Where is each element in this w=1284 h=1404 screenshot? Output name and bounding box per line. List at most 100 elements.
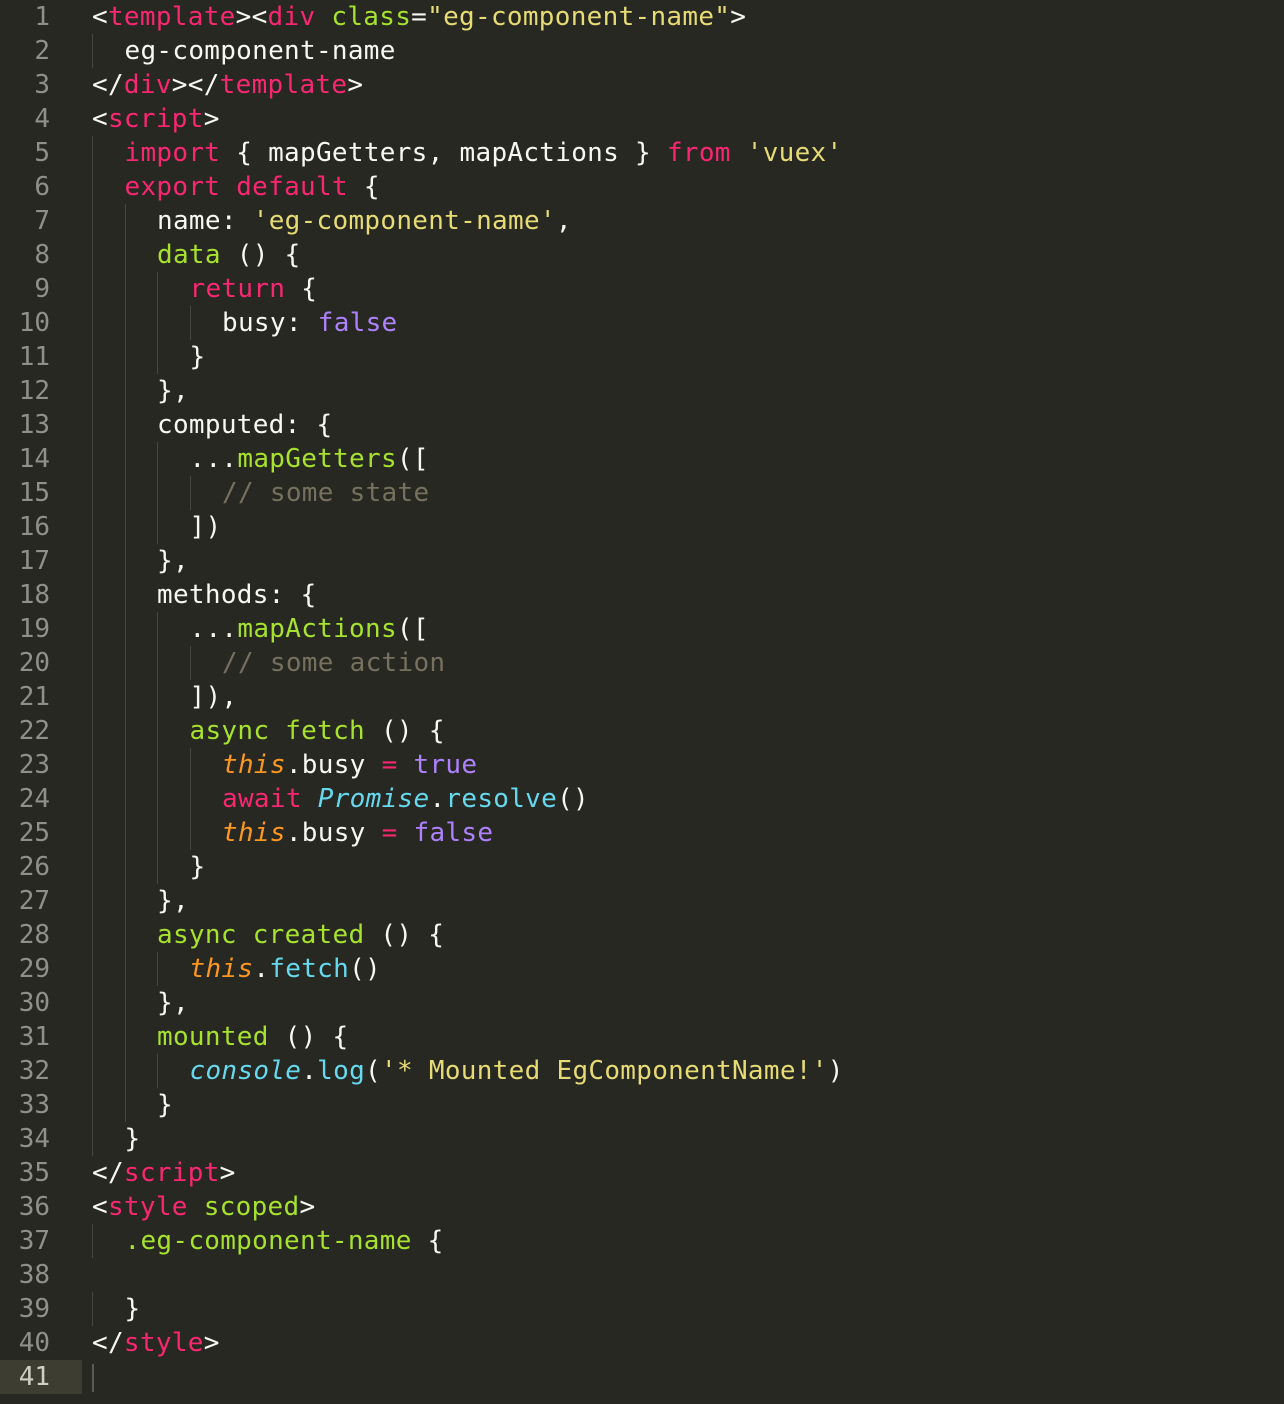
code-line[interactable]: 37 .eg-component-name { bbox=[0, 1224, 1284, 1258]
indent-guide bbox=[92, 136, 93, 170]
code-token: } bbox=[189, 852, 206, 882]
code-line[interactable]: 20 // some action bbox=[0, 646, 1284, 680]
code-token: // some action bbox=[222, 648, 446, 678]
indent-guide bbox=[157, 714, 158, 748]
indent-guide bbox=[92, 544, 93, 578]
code-line[interactable]: 17}, bbox=[0, 544, 1284, 578]
line-number: 10 bbox=[18, 308, 50, 338]
code-token: }, bbox=[157, 886, 189, 916]
line-number: 28 bbox=[18, 920, 50, 950]
code-token: = bbox=[381, 750, 398, 780]
code-text: data () { bbox=[157, 238, 301, 272]
code-line[interactable]: 10 busy: false bbox=[0, 306, 1284, 340]
code-line[interactable]: 25 this.busy = false bbox=[0, 816, 1284, 850]
line-number: 40 bbox=[18, 1328, 50, 1358]
code-line[interactable]: 7 name: 'eg-component-name', bbox=[0, 204, 1284, 238]
code-line[interactable]: 40 </style> bbox=[0, 1326, 1284, 1360]
code-line[interactable]: 31 mounted () { bbox=[0, 1020, 1284, 1054]
code-line[interactable]: 23 this.busy = true bbox=[0, 748, 1284, 782]
code-token: class bbox=[331, 2, 412, 32]
code-line[interactable]: 14 ...mapGetters([ bbox=[0, 442, 1284, 476]
code-text: // some action bbox=[222, 646, 445, 680]
code-line[interactable]: 16]) bbox=[0, 510, 1284, 544]
line-number: 1 bbox=[34, 2, 50, 32]
code-line[interactable]: 8 data () { bbox=[0, 238, 1284, 272]
indent-guide bbox=[92, 850, 93, 884]
code-token: '* Mounted EgComponentName!' bbox=[381, 1056, 828, 1086]
code-token: . bbox=[429, 784, 446, 814]
code-token: import bbox=[124, 138, 221, 168]
line-number: 22 bbox=[18, 716, 50, 746]
line-number: 17 bbox=[18, 546, 50, 576]
indent-guide bbox=[157, 272, 158, 306]
code-line[interactable]: 30}, bbox=[0, 986, 1284, 1020]
code-line[interactable]: 1 <template><div class="eg-component-name… bbox=[0, 0, 1284, 34]
indent-guide bbox=[92, 782, 93, 816]
indent-guide bbox=[124, 986, 126, 1020]
code-token: ( bbox=[365, 1056, 381, 1086]
code-line[interactable]: 18 methods: { bbox=[0, 578, 1284, 612]
code-token: this bbox=[189, 954, 254, 984]
code-line[interactable]: 26} bbox=[0, 850, 1284, 884]
code-token: > bbox=[203, 104, 220, 134]
code-line[interactable]: 34} bbox=[0, 1122, 1284, 1156]
code-line[interactable]: 32 console.log('* Mounted EgComponentName… bbox=[0, 1054, 1284, 1088]
code-token: } bbox=[189, 342, 206, 372]
code-token: "eg-component-name" bbox=[427, 2, 731, 32]
code-line[interactable]: 2 eg-component-name bbox=[0, 34, 1284, 68]
code-line[interactable]: 11} bbox=[0, 340, 1284, 374]
line-number: 12 bbox=[18, 376, 50, 406]
code-line[interactable]: 5 import { mapGetters, mapActions } from … bbox=[0, 136, 1284, 170]
code-text: return { bbox=[190, 272, 318, 306]
indent-guide bbox=[157, 340, 158, 374]
code-line[interactable]: 4 <script> bbox=[0, 102, 1284, 136]
indent-guide bbox=[92, 510, 93, 544]
code-token: { mapGetters, mapActions } bbox=[220, 138, 667, 168]
code-line[interactable]: 22 async fetch () { bbox=[0, 714, 1284, 748]
indent-guide bbox=[92, 170, 93, 204]
code-line[interactable]: 39} bbox=[0, 1292, 1284, 1326]
indent-guide bbox=[92, 1054, 93, 1088]
code-editor[interactable]: 1 <template><div class="eg-component-name… bbox=[0, 0, 1284, 1404]
code-line[interactable]: 35 </script> bbox=[0, 1156, 1284, 1190]
code-line[interactable]: 3 </div></template> bbox=[0, 68, 1284, 102]
code-line[interactable]: 21]), bbox=[0, 680, 1284, 714]
code-line[interactable]: 41 bbox=[0, 1360, 1284, 1394]
line-number: 35 bbox=[18, 1158, 50, 1188]
code-text: async created () { bbox=[157, 918, 444, 952]
code-line[interactable]: 24 await Promise.resolve() bbox=[0, 782, 1284, 816]
code-line[interactable]: 12}, bbox=[0, 374, 1284, 408]
code-line[interactable]: 19 ...mapActions([ bbox=[0, 612, 1284, 646]
code-token: name: bbox=[157, 206, 253, 236]
code-token: div bbox=[267, 2, 316, 32]
code-text: ]), bbox=[190, 680, 238, 714]
code-token: </ bbox=[92, 70, 124, 100]
indent-guide bbox=[124, 680, 126, 714]
code-text: } bbox=[157, 1088, 173, 1122]
code-line[interactable]: 36 <style scoped> bbox=[0, 1190, 1284, 1224]
code-line[interactable]: 27}, bbox=[0, 884, 1284, 918]
code-line[interactable]: 13 computed: { bbox=[0, 408, 1284, 442]
line-number: 26 bbox=[18, 852, 50, 882]
indent-guide bbox=[92, 1292, 93, 1326]
code-token: template bbox=[107, 2, 236, 32]
indent-guide bbox=[124, 510, 126, 544]
code-text: this.busy = false bbox=[222, 816, 493, 850]
code-line[interactable]: 28 async created () { bbox=[0, 918, 1284, 952]
code-line[interactable]: 9 return { bbox=[0, 272, 1284, 306]
code-token: } bbox=[124, 1294, 141, 1324]
indent-guide bbox=[92, 238, 93, 272]
indent-guide bbox=[124, 1020, 126, 1054]
code-token: } bbox=[157, 1090, 173, 1120]
code-line[interactable]: 6 export default { bbox=[0, 170, 1284, 204]
line-number: 4 bbox=[34, 104, 50, 134]
code-token: busy: bbox=[222, 308, 318, 338]
code-line[interactable]: 38 bbox=[0, 1258, 1284, 1292]
code-line[interactable]: 29 this.fetch() bbox=[0, 952, 1284, 986]
code-line[interactable]: 33} bbox=[0, 1088, 1284, 1122]
line-number: 38 bbox=[18, 1260, 50, 1290]
text-cursor bbox=[92, 1364, 94, 1392]
code-line[interactable]: 15 // some state bbox=[0, 476, 1284, 510]
